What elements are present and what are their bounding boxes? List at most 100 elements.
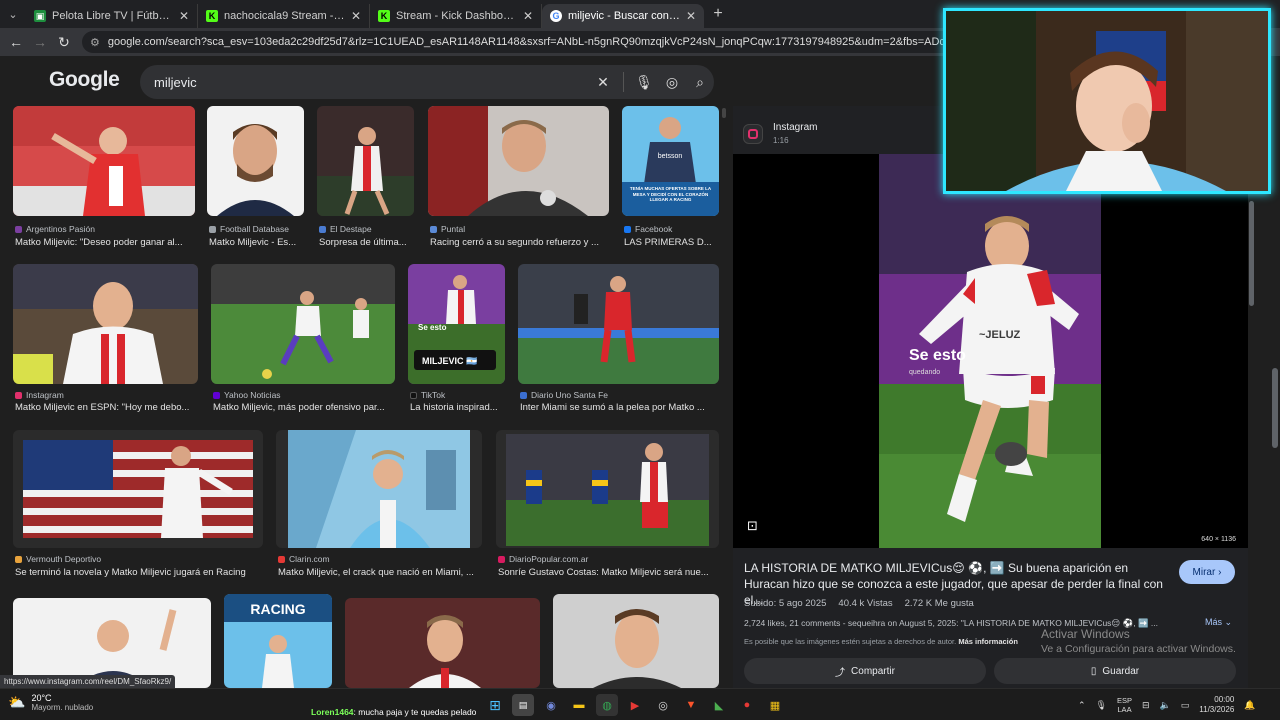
app-icon[interactable]: ●: [736, 694, 758, 716]
result-thumbnail[interactable]: [317, 106, 414, 216]
preview-source[interactable]: Instagram 1:16: [743, 122, 817, 145]
instagram-icon: [743, 123, 763, 144]
capcut-icon[interactable]: ◣: [708, 694, 730, 716]
preview-image[interactable]: Se esto quedando ~JELUZ: [879, 154, 1101, 548]
save-button[interactable]: ▯ Guardar: [994, 658, 1236, 684]
close-tab-icon[interactable]: ✕: [351, 9, 361, 23]
network-icon[interactable]: ⊟: [1142, 700, 1150, 711]
brave-icon[interactable]: ▼: [680, 694, 702, 716]
result-caption[interactable]: Matko Miljevic en ESPN: "Hoy me debo...: [15, 402, 198, 413]
image-result[interactable]: DiarioPopular.com.ar Sonríe Gustavo Cost…: [496, 430, 719, 580]
battery-icon[interactable]: ▭: [1181, 700, 1190, 711]
result-caption[interactable]: Matko Miljevic, el crack que nació en Mi…: [278, 567, 482, 578]
image-result[interactable]: Yahoo Noticias Matko Miljevic, más poder…: [211, 264, 395, 414]
result-caption[interactable]: Matko Miljevic: "Deseo poder ganar al...: [15, 237, 195, 248]
tab-search-icon[interactable]: ⌄: [0, 0, 26, 28]
language-indicator[interactable]: ESP LAA: [1117, 696, 1132, 714]
image-result[interactable]: Football Database Matko Miljevic - Es...: [207, 106, 304, 256]
result-caption[interactable]: Matko Miljevic, más poder ofensivo par..…: [213, 402, 395, 413]
result-caption[interactable]: Sonríe Gustavo Costas: Matko Miljevic se…: [498, 567, 716, 578]
tab-kick-stream[interactable]: K nachocicala9 Stream - Watch Live ✕: [198, 4, 370, 28]
chrome-icon[interactable]: ◍: [596, 694, 618, 716]
discord-icon[interactable]: ◉: [540, 694, 562, 716]
media-player-icon[interactable]: ▶: [624, 694, 646, 716]
image-dimensions: 640 × 1136: [1201, 536, 1236, 543]
image-result[interactable]: Vermouth Deportivo Se terminó la novela …: [13, 430, 263, 580]
google-lens-icon[interactable]: ⊡: [747, 518, 758, 534]
result-caption[interactable]: Sorpresa de última...: [319, 237, 414, 248]
result-thumbnail[interactable]: [428, 106, 609, 216]
result-caption[interactable]: La historia inspirad...: [410, 402, 505, 413]
volume-icon[interactable]: 🔈: [1160, 700, 1171, 711]
result-thumbnail[interactable]: [276, 430, 482, 548]
task-view-icon[interactable]: ▤: [512, 694, 534, 716]
close-tab-icon[interactable]: ✕: [523, 9, 533, 23]
result-thumbnail[interactable]: [211, 264, 395, 384]
file-explorer-icon[interactable]: ▬: [568, 694, 590, 716]
microphone-tray-icon[interactable]: 🎙: [1096, 700, 1107, 711]
new-tab-button[interactable]: +: [704, 5, 732, 23]
clock[interactable]: 00:00 11/3/2026: [1199, 695, 1234, 715]
watch-button[interactable]: Mirar ›: [1179, 560, 1235, 584]
image-result[interactable]: Se esto MILJEVIC 🇦🇷 TikTok La historia in…: [408, 264, 505, 414]
result-caption[interactable]: Inter Miami se sumó a la pelea por Matko…: [520, 402, 719, 413]
image-result[interactable]: Clarin.com Matko Miljevic, el crack que …: [276, 430, 482, 580]
result-caption[interactable]: Racing cerró a su segundo refuerzo y ...: [430, 237, 608, 248]
notifications-icon[interactable]: 🔔: [1244, 700, 1255, 711]
result-thumbnail[interactable]: [496, 430, 719, 548]
result-thumbnail[interactable]: [553, 594, 719, 688]
more-info-link[interactable]: Más información: [958, 637, 1018, 646]
share-button[interactable]: ⤴ Compartir: [744, 658, 986, 684]
clear-icon[interactable]: ✕: [589, 74, 617, 91]
microphone-icon[interactable]: 🎙: [630, 74, 658, 91]
result-thumbnail[interactable]: [345, 598, 540, 688]
result-caption[interactable]: Se terminó la novela y Matko Miljevic ju…: [15, 567, 263, 578]
search-icon[interactable]: ⌕: [686, 74, 714, 91]
google-logo[interactable]: Google: [49, 68, 120, 92]
result-thumbnail[interactable]: betsson TENÍA MUCHAS OFERTAS SOBRE LA MES…: [622, 106, 719, 216]
search-box[interactable]: miljevic ✕ 🎙 ◎ ⌕: [140, 65, 714, 99]
preview-image-area[interactable]: Se esto quedando ~JELUZ ⊡ 640 × 1136: [733, 154, 1248, 548]
result-thumbnail[interactable]: [518, 264, 719, 384]
image-result[interactable]: Puntal Racing cerró a su segundo refuerz…: [428, 106, 609, 256]
weather-widget[interactable]: ⛅ 20°C Mayorm. nublado: [8, 693, 93, 712]
close-tab-icon[interactable]: ✕: [179, 9, 189, 23]
site-info-icon[interactable]: ⚙: [90, 36, 100, 49]
page-scrollbar[interactable]: [1272, 368, 1278, 448]
notes-icon[interactable]: ▦: [764, 694, 786, 716]
image-result[interactable]: [553, 594, 719, 688]
image-result[interactable]: RACING: [224, 594, 332, 688]
image-result[interactable]: El Destape Sorpresa de última...: [317, 106, 414, 256]
image-result[interactable]: Instagram Matko Miljevic en ESPN: "Hoy m…: [13, 264, 198, 414]
result-thumbnail[interactable]: Se esto MILJEVIC 🇦🇷: [408, 264, 505, 384]
image-result[interactable]: Argentinos Pasión Matko Miljevic: "Deseo…: [13, 106, 195, 256]
show-hidden-icons[interactable]: ⌃: [1078, 700, 1086, 711]
result-source: Puntal: [430, 224, 465, 234]
windows-start-icon[interactable]: ⊞: [484, 694, 506, 716]
result-caption[interactable]: Matko Miljevic - Es...: [209, 237, 304, 248]
image-result[interactable]: betsson TENÍA MUCHAS OFERTAS SOBRE LA MES…: [622, 106, 719, 256]
reload-icon[interactable]: ↻: [52, 30, 76, 54]
result-thumbnail[interactable]: [13, 430, 263, 548]
result-source: Argentinos Pasión: [15, 224, 95, 234]
close-tab-icon[interactable]: ✕: [686, 9, 696, 23]
overlay-text: MILJEVIC 🇦🇷: [422, 356, 477, 366]
result-caption[interactable]: LAS PRIMERAS D...: [624, 237, 719, 248]
result-thumbnail[interactable]: [207, 106, 304, 216]
tab-pelota-libre[interactable]: ▣ Pelota Libre TV | Fútbol en Vivo ✕: [26, 4, 198, 28]
google-lens-icon[interactable]: ◎: [658, 74, 686, 91]
image-result[interactable]: [345, 598, 540, 688]
result-thumbnail[interactable]: [13, 264, 198, 384]
tab-kick-dashboard[interactable]: K Stream - Kick Dashboard ✕: [370, 4, 542, 28]
scrollbar-arrow[interactable]: [722, 108, 726, 118]
obs-icon[interactable]: ◎: [652, 694, 674, 716]
result-thumbnail[interactable]: [13, 106, 195, 216]
image-result[interactable]: Diario Uno Santa Fe Inter Miami se sumó …: [518, 264, 719, 414]
panel-scrollbar[interactable]: [1249, 201, 1254, 306]
result-thumbnail[interactable]: RACING: [224, 594, 332, 688]
forward-icon[interactable]: →: [28, 30, 52, 54]
tab-google-search[interactable]: G miljevic - Buscar con Google ✕: [542, 4, 704, 28]
temperature: 20°C: [31, 693, 52, 703]
back-icon[interactable]: ←: [4, 30, 28, 54]
search-input[interactable]: miljevic: [154, 75, 589, 90]
